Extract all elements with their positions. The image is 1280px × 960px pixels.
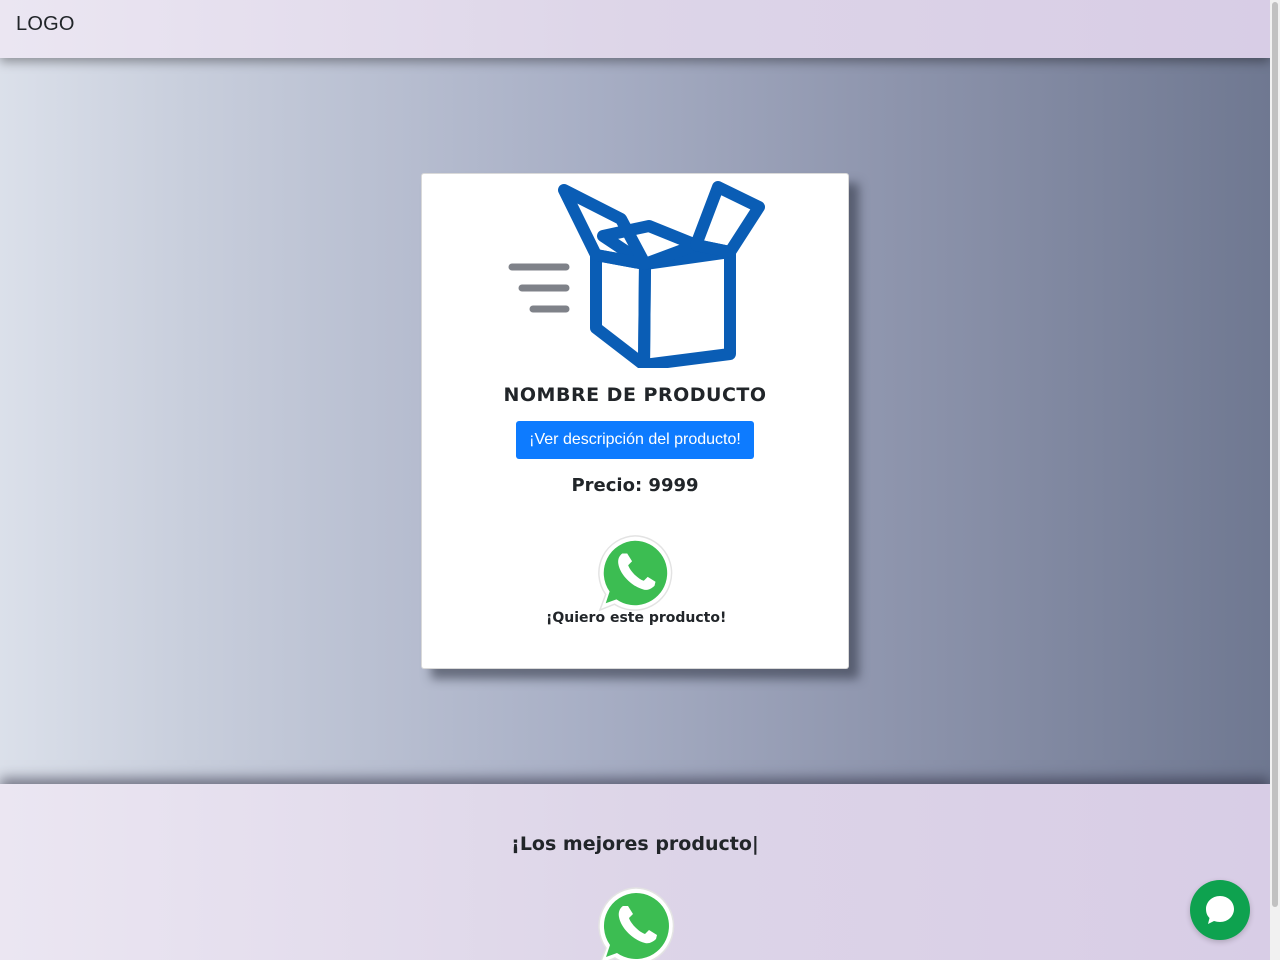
view-description-button[interactable]: ¡Ver descripción del producto! — [516, 421, 754, 459]
whatsapp-order-link[interactable]: ¡Quiero este producto! — [546, 530, 726, 630]
product-name: NOMBRE DE PRODUCTO — [503, 384, 767, 406]
chat-button[interactable] — [1190, 880, 1250, 940]
whatsapp-cta-label: ¡Quiero este producto! — [546, 610, 727, 626]
box-icon — [508, 181, 765, 368]
product-price: Precio: 9999 — [571, 475, 699, 496]
product-card: NOMBRE DE PRODUCTO ¡Ver descripción del … — [421, 173, 849, 669]
logo[interactable]: LOGO — [16, 13, 75, 36]
vertical-scrollbar[interactable] — [1270, 0, 1280, 960]
scrollbar-thumb[interactable] — [1272, 2, 1278, 907]
chat-bubble-icon — [1206, 896, 1234, 924]
whatsapp-icon — [598, 535, 673, 612]
top-navbar: LOGO — [0, 0, 1270, 58]
footer-whatsapp-icon[interactable] — [594, 884, 678, 960]
footer-title: ¡Los mejores producto| — [511, 833, 759, 855]
page: LOGO NOMBRE DE PRODUCTO ¡Ver descripción… — [0, 0, 1280, 960]
footer: ¡Los mejores producto| — [0, 784, 1270, 960]
